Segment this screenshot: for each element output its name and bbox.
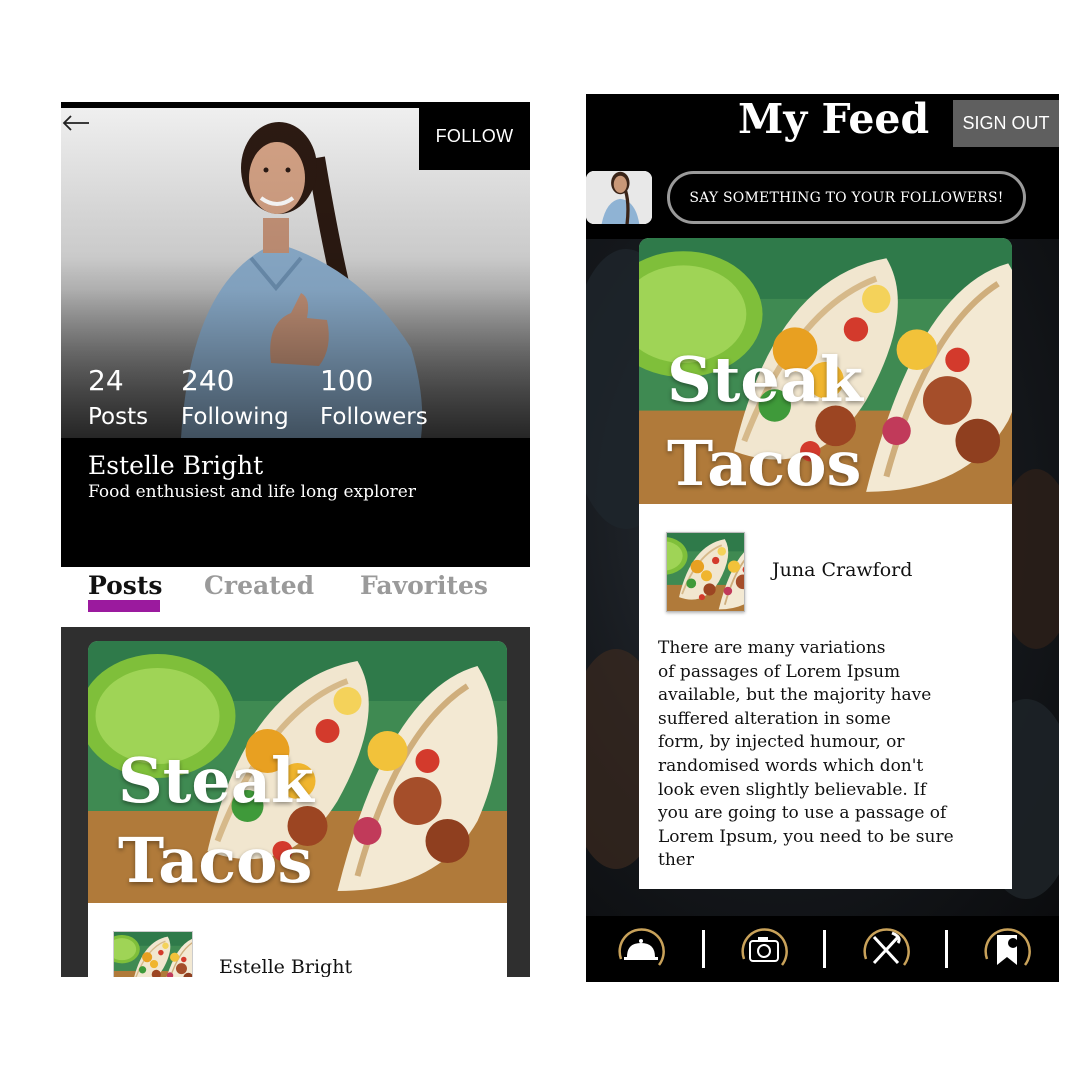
post-body-line: you are going to use a passage of [658,803,947,824]
post-title-line1: Steak [118,744,314,817]
post-body-line: ther [658,850,694,871]
fork-knife-icon[interactable] [856,919,916,979]
post-body-line: randomised words which don't [658,755,924,776]
stat-following-value: 240 [181,364,235,397]
compose-input[interactable]: SAY SOMETHING TO YOUR FOLLOWERS! [667,171,1026,224]
post-title-line2: Tacos [667,427,862,500]
profile-posts-list[interactable]: Steak Tacos Estelle Bright [61,627,530,977]
page-title: My Feed [738,95,930,143]
post-title: Steak Tacos [667,338,887,506]
tab-posts[interactable]: Posts [88,571,163,600]
profile-screen: FOLLOW 24 Posts 240 Following 100 Follow… [61,102,530,977]
profile-hero: FOLLOW 24 Posts 240 Following 100 Follow… [61,102,530,567]
sign-out-button[interactable]: SIGN OUT [953,100,1059,147]
bookmark-icon[interactable] [977,919,1037,979]
nav-divider [945,930,948,968]
follow-button[interactable]: FOLLOW [419,102,530,170]
post-body-line: Lorem Ipsum, you need to be sure [658,826,954,847]
post-body-line: There are many variations [658,638,886,658]
post-author-name[interactable]: Estelle Bright [219,956,352,977]
feed-screen: My Feed SIGN OUT SAY SOMETHING TO YOUR F… [586,94,1059,982]
post-body-line: suffered alteration in some [658,708,891,729]
profile-info: Estelle Bright Food enthusiest and life … [88,450,416,504]
cloche-icon[interactable] [611,919,671,979]
post-body-line: form, by injected humour, or [658,732,905,753]
post-title: Steak Tacos [118,741,378,901]
nav-divider [702,930,705,968]
stat-following[interactable]: 240 Following [181,364,289,432]
avatar[interactable] [586,171,652,224]
post-title-line2: Tacos [118,824,313,897]
post-body: There are many variations of passages of… [658,637,998,873]
stat-following-label: Following [181,404,289,430]
post-card[interactable]: Steak Tacos Estelle Bright [88,641,507,977]
stat-posts-label: Posts [88,404,149,430]
camera-icon[interactable] [734,919,794,979]
stat-followers-value: 100 [320,364,374,397]
tab-created[interactable]: Created [204,571,314,600]
back-arrow-icon[interactable] [61,112,93,134]
post-body-line: of passages of Lorem Ipsum [658,661,901,682]
feed-header: My Feed SIGN OUT SAY SOMETHING TO YOUR F… [586,94,1059,239]
profile-tabs: Posts Created Favorites [61,567,530,627]
stat-followers[interactable]: 100 Followers [320,364,428,432]
post-author-name[interactable]: Juna Crawford [772,559,912,581]
stat-posts[interactable]: 24 Posts [88,364,148,432]
bottom-nav [586,916,1059,982]
post-author-thumbnail[interactable] [666,532,745,612]
stat-followers-label: Followers [320,404,428,430]
stat-posts-value: 24 [88,364,124,397]
post-author-thumbnail[interactable] [113,931,193,977]
profile-name: Estelle Bright [88,451,264,480]
post-body-line: available, but the majority have [658,685,932,706]
feed-post-card[interactable]: Steak Tacos Juna Crawford There are many… [639,238,1012,889]
tab-favorites[interactable]: Favorites [360,571,488,600]
profile-bio: Food enthusiest and life long explorer [88,482,416,502]
active-tab-indicator [88,600,160,612]
post-title-line1: Steak [667,343,863,416]
nav-divider [823,930,826,968]
post-body-line: look even slightly believable. If [658,779,927,800]
